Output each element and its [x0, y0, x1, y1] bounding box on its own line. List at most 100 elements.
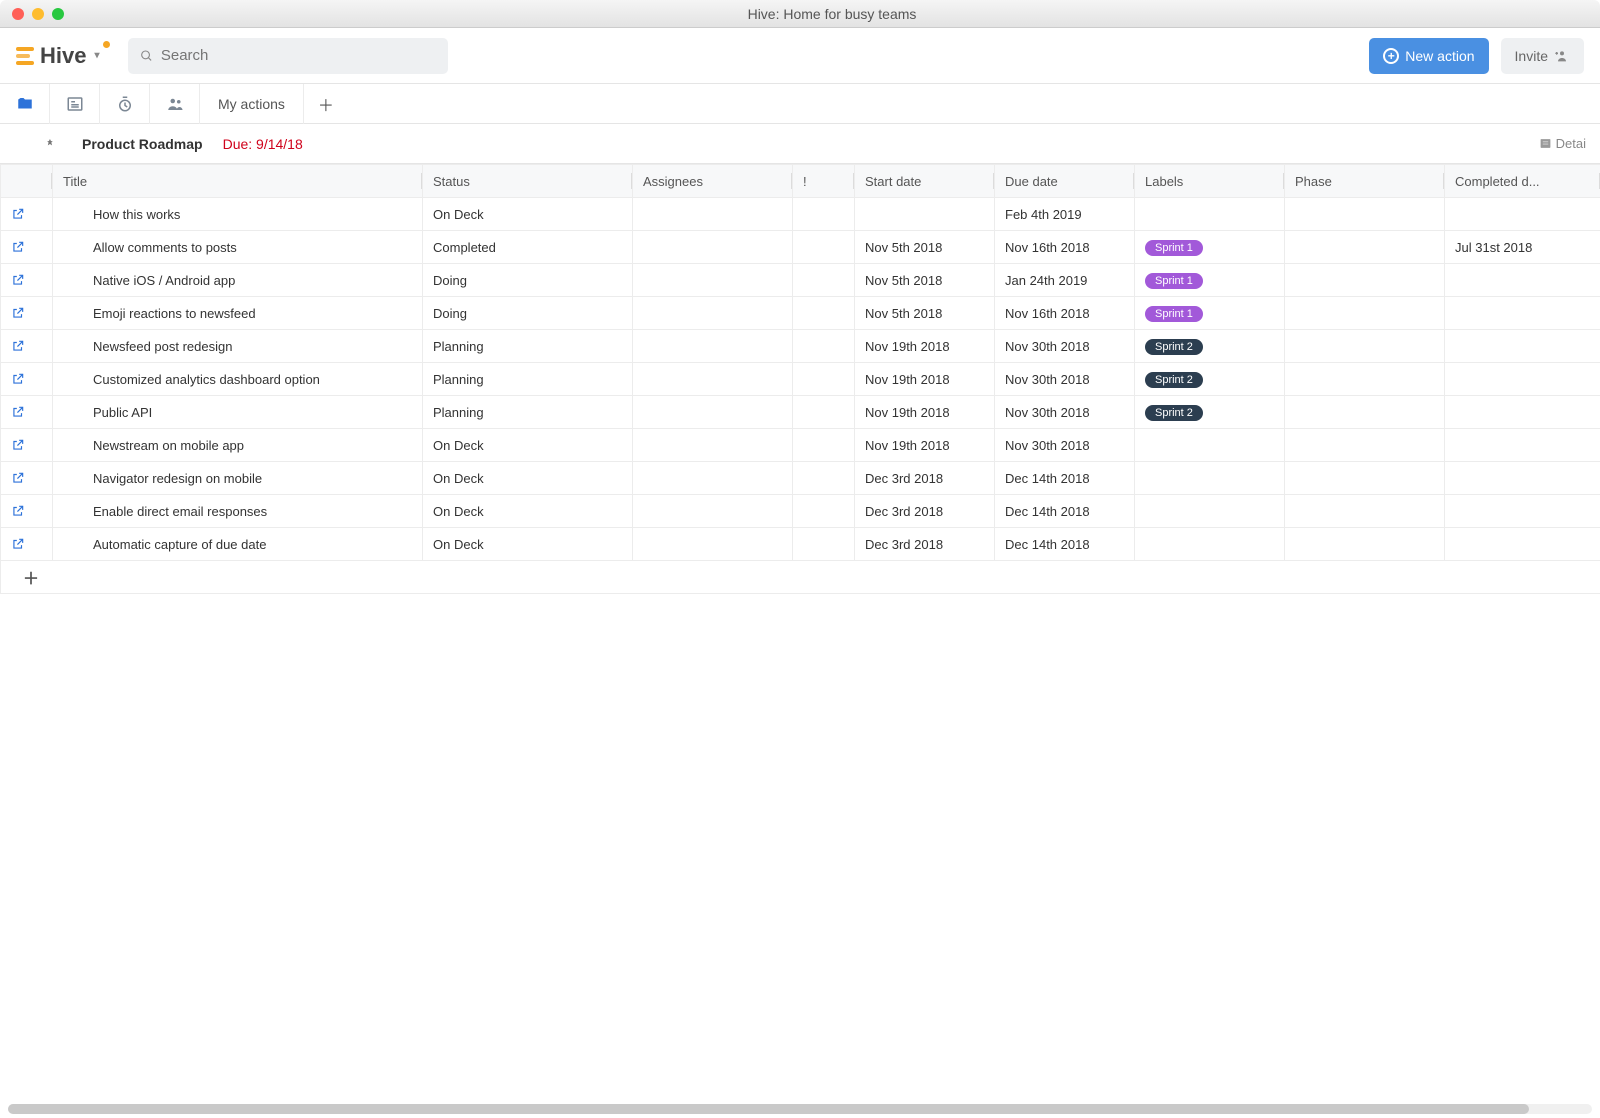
- col-status[interactable]: Status: [423, 165, 633, 198]
- cell-labels[interactable]: [1135, 429, 1285, 462]
- cell-labels[interactable]: Sprint 2: [1135, 396, 1285, 429]
- add-row-cell[interactable]: ＋: [1, 561, 1600, 594]
- minimize-window-button[interactable]: [32, 8, 44, 20]
- cell-title[interactable]: Enable direct email responses: [53, 495, 423, 528]
- open-in-new-icon[interactable]: [11, 504, 42, 518]
- cell-start[interactable]: Nov 19th 2018: [855, 330, 995, 363]
- horizontal-scrollbar[interactable]: [8, 1104, 1592, 1114]
- cell-start[interactable]: Dec 3rd 2018: [855, 495, 995, 528]
- cell-priority[interactable]: [793, 528, 855, 561]
- cell-priority[interactable]: [793, 231, 855, 264]
- open-cell[interactable]: [1, 495, 53, 528]
- open-in-new-icon[interactable]: [11, 537, 42, 551]
- cell-due[interactable]: Nov 30th 2018: [995, 429, 1135, 462]
- cell-status[interactable]: On Deck: [423, 198, 633, 231]
- cell-start[interactable]: Dec 3rd 2018: [855, 462, 995, 495]
- new-action-button[interactable]: + New action: [1369, 38, 1488, 74]
- col-assignees[interactable]: Assignees: [633, 165, 793, 198]
- open-in-new-icon[interactable]: [11, 240, 42, 254]
- cell-labels[interactable]: [1135, 528, 1285, 561]
- cell-completed[interactable]: [1445, 429, 1600, 462]
- cell-completed[interactable]: [1445, 363, 1600, 396]
- cell-labels[interactable]: Sprint 1: [1135, 264, 1285, 297]
- cell-status[interactable]: Planning: [423, 363, 633, 396]
- cell-title[interactable]: Newsfeed post redesign: [53, 330, 423, 363]
- view-time-icon[interactable]: [100, 84, 150, 124]
- cell-title[interactable]: How this works: [53, 198, 423, 231]
- cell-start[interactable]: Nov 19th 2018: [855, 363, 995, 396]
- add-row-button[interactable]: ＋: [1, 561, 1600, 594]
- table-row[interactable]: Public APIPlanningNov 19th 2018Nov 30th …: [1, 396, 1600, 429]
- table-row[interactable]: Native iOS / Android appDoingNov 5th 201…: [1, 264, 1600, 297]
- table-row[interactable]: Automatic capture of due dateOn DeckDec …: [1, 528, 1600, 561]
- cell-start[interactable]: Nov 19th 2018: [855, 396, 995, 429]
- open-cell[interactable]: [1, 231, 53, 264]
- cell-phase[interactable]: [1285, 297, 1445, 330]
- open-cell[interactable]: [1, 462, 53, 495]
- cell-labels[interactable]: Sprint 2: [1135, 330, 1285, 363]
- open-cell[interactable]: [1, 264, 53, 297]
- cell-phase[interactable]: [1285, 231, 1445, 264]
- table-row[interactable]: Enable direct email responsesOn Deck Dec …: [1, 495, 1600, 528]
- cell-phase[interactable]: [1285, 264, 1445, 297]
- cell-completed[interactable]: [1445, 396, 1600, 429]
- col-labels[interactable]: Labels: [1135, 165, 1285, 198]
- table-row[interactable]: Newstream on mobile appOn Deck Nov 19th 2…: [1, 429, 1600, 462]
- label-pill[interactable]: Sprint 2: [1145, 372, 1203, 388]
- cell-start[interactable]: Nov 19th 2018: [855, 429, 995, 462]
- cell-assignees[interactable]: [633, 297, 793, 330]
- cell-labels[interactable]: Sprint 2: [1135, 363, 1285, 396]
- open-cell[interactable]: [1, 330, 53, 363]
- cell-start[interactable]: Nov 5th 2018: [855, 297, 995, 330]
- cell-status[interactable]: Completed: [423, 231, 633, 264]
- open-in-new-icon[interactable]: [11, 438, 42, 452]
- cell-assignees[interactable]: [633, 495, 793, 528]
- cell-start[interactable]: [855, 198, 995, 231]
- cell-title[interactable]: Emoji reactions to newsfeed: [53, 297, 423, 330]
- cell-status[interactable]: Doing: [423, 297, 633, 330]
- cell-labels[interactable]: Sprint 1: [1135, 297, 1285, 330]
- table-row[interactable]: Navigator redesign on mobileOn DeckDec 3…: [1, 462, 1600, 495]
- cell-status[interactable]: On Deck: [423, 495, 633, 528]
- maximize-window-button[interactable]: [52, 8, 64, 20]
- cell-completed[interactable]: Jul 31st 2018: [1445, 231, 1600, 264]
- cell-labels[interactable]: [1135, 495, 1285, 528]
- cell-assignees[interactable]: [633, 363, 793, 396]
- cell-title[interactable]: Native iOS / Android app: [53, 264, 423, 297]
- cell-priority[interactable]: [793, 198, 855, 231]
- label-pill[interactable]: Sprint 1: [1145, 240, 1203, 256]
- project-name[interactable]: Product Roadmap: [82, 136, 203, 152]
- cell-completed[interactable]: [1445, 330, 1600, 363]
- cell-completed[interactable]: [1445, 264, 1600, 297]
- open-in-new-icon[interactable]: [11, 405, 42, 419]
- cell-phase[interactable]: [1285, 528, 1445, 561]
- col-title[interactable]: Title: [53, 165, 423, 198]
- table-row[interactable]: Customized analytics dashboard optionPla…: [1, 363, 1600, 396]
- table-row[interactable]: Emoji reactions to newsfeedDoing Nov 5th …: [1, 297, 1600, 330]
- invite-button[interactable]: Invite: [1501, 38, 1584, 74]
- cell-status[interactable]: Doing: [423, 264, 633, 297]
- cell-title[interactable]: Public API: [53, 396, 423, 429]
- cell-phase[interactable]: [1285, 429, 1445, 462]
- cell-status[interactable]: On Deck: [423, 462, 633, 495]
- cell-priority[interactable]: [793, 429, 855, 462]
- cell-start[interactable]: Dec 3rd 2018: [855, 528, 995, 561]
- cell-due[interactable]: Feb 4th 2019: [995, 198, 1135, 231]
- open-in-new-icon[interactable]: [11, 372, 42, 386]
- cell-priority[interactable]: [793, 396, 855, 429]
- scrollbar-thumb[interactable]: [8, 1104, 1529, 1114]
- open-in-new-icon[interactable]: [11, 207, 42, 221]
- cell-assignees[interactable]: [633, 396, 793, 429]
- view-folder-icon[interactable]: [0, 84, 50, 124]
- cell-completed[interactable]: [1445, 297, 1600, 330]
- label-pill[interactable]: Sprint 1: [1145, 306, 1203, 322]
- cell-title[interactable]: Newstream on mobile app: [53, 429, 423, 462]
- open-in-new-icon[interactable]: [11, 339, 42, 353]
- cell-status[interactable]: On Deck: [423, 429, 633, 462]
- cell-phase[interactable]: [1285, 396, 1445, 429]
- open-cell[interactable]: [1, 363, 53, 396]
- col-start[interactable]: Start date: [855, 165, 995, 198]
- open-cell[interactable]: [1, 396, 53, 429]
- cell-completed[interactable]: [1445, 462, 1600, 495]
- search-input[interactable]: [153, 47, 436, 64]
